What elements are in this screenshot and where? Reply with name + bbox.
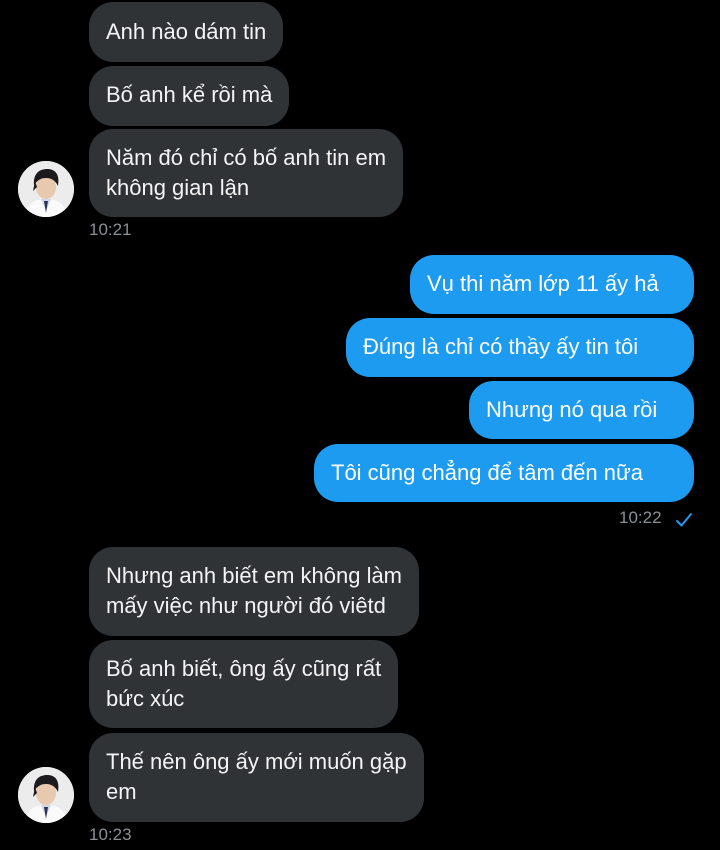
message-timestamp: 10:22 [619,508,662,527]
profile-photo-avatar[interactable] [18,767,74,823]
incoming-message-bubble[interactable]: Bố anh biết, ông ấy cũng rất bức xúc [89,640,399,728]
message-timestamp: 10:21 [89,220,132,239]
incoming-message-bubble[interactable]: Bố anh kể rồi mà [89,66,290,126]
outgoing-message-bubble[interactable]: Tôi cũng chẳng để tâm đến nữa [314,444,694,502]
incoming-message-bubble[interactable]: Anh nào dám tin [89,2,284,62]
avatar-image [18,161,74,217]
profile-photo-avatar[interactable] [18,161,74,217]
read-check-icon [676,513,692,527]
message-timestamp: 10:23 [89,825,132,844]
avatar-image [18,767,74,823]
incoming-message-bubble[interactable]: Nhưng anh biết em không làm mấy việc như… [89,547,420,636]
outgoing-message-bubble[interactable]: Đúng là chỉ có thầy ấy tin tôi [346,318,694,377]
outgoing-message-bubble[interactable]: Vụ thi năm lớp 11 ấy hả [410,255,694,314]
incoming-message-bubble[interactable]: Thế nên ông ấy mới muốn gặp em [89,733,424,822]
incoming-message-bubble[interactable]: Năm đó chỉ có bố anh tin em không gian l… [89,129,404,217]
outgoing-message-bubble[interactable]: Nhưng nó qua rồi [469,381,694,439]
